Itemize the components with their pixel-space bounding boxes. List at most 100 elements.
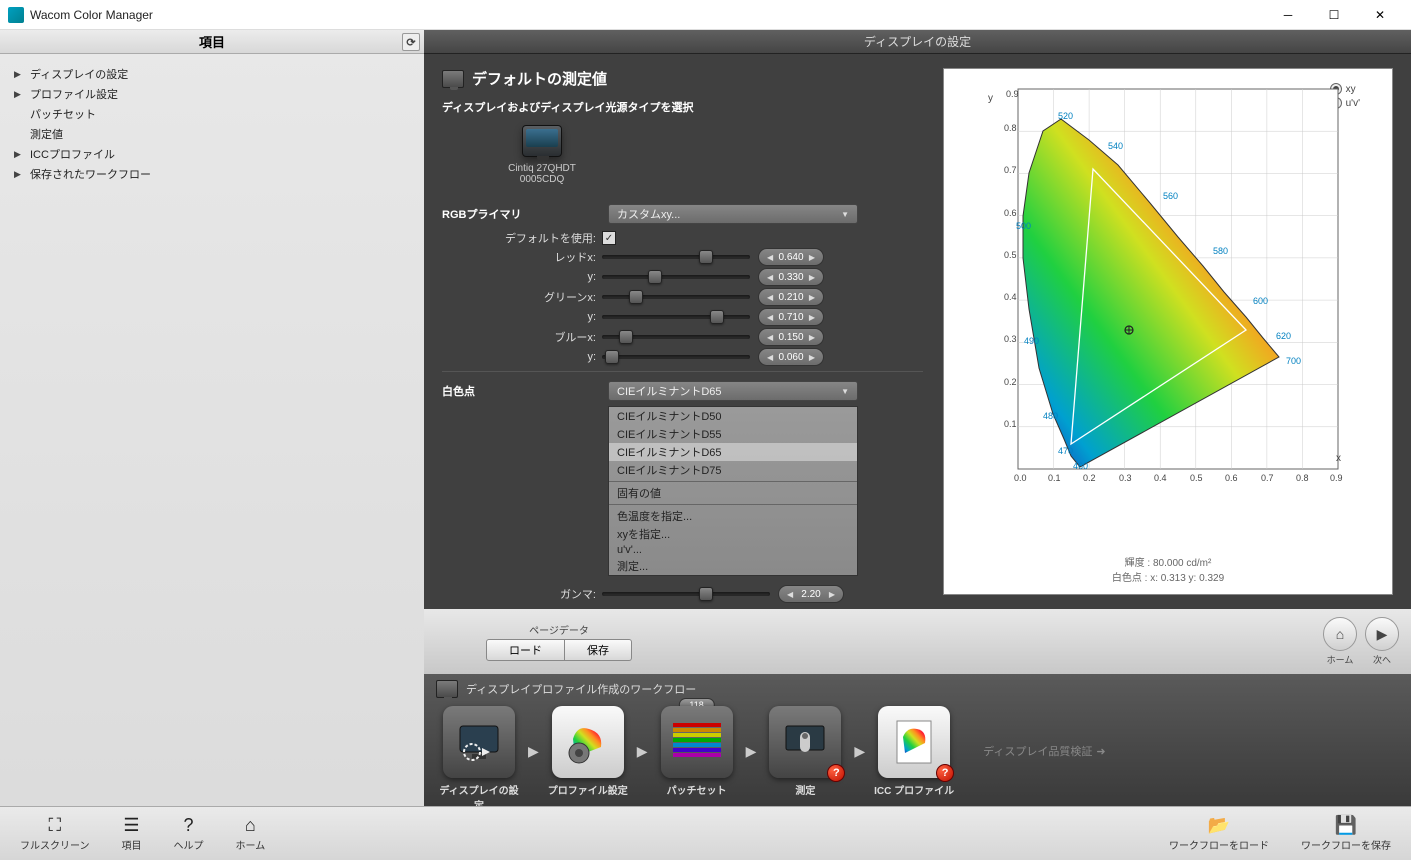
svg-text:0.4: 0.4 bbox=[1004, 292, 1017, 302]
load-workflow-button[interactable]: 📂ワークフローをロード bbox=[1169, 815, 1269, 852]
tree-item-profile[interactable]: ▶プロファイル設定 bbox=[14, 84, 410, 104]
warn-icon: ? bbox=[827, 764, 845, 782]
device-icon bbox=[522, 125, 562, 157]
wf-step-profile[interactable]: プロファイル設定 bbox=[545, 706, 631, 796]
svg-text:0.7: 0.7 bbox=[1004, 165, 1017, 175]
svg-text:0.2: 0.2 bbox=[1004, 377, 1017, 387]
svg-text:520: 520 bbox=[1058, 111, 1073, 121]
svg-text:0.9: 0.9 bbox=[1006, 89, 1019, 99]
green-x-slider[interactable] bbox=[602, 295, 750, 299]
gamut-chart: 520540560580600620700 500490480470460 0.… bbox=[954, 79, 1382, 548]
quality-check-link[interactable]: ディスプレイ品質検証➜ bbox=[983, 743, 1105, 759]
panel-title: デフォルトの測定値 bbox=[442, 68, 923, 89]
tree-item-display[interactable]: ▶ディスプレイの設定 bbox=[14, 64, 410, 84]
chart-whitepoint: 白色点 : x: 0.313 y: 0.329 bbox=[954, 569, 1382, 584]
svg-text:0.3: 0.3 bbox=[1119, 473, 1132, 483]
device-serial: 0005CDQ bbox=[520, 174, 564, 185]
minimize-button[interactable]: ─ bbox=[1265, 0, 1311, 30]
svg-text:0.8: 0.8 bbox=[1004, 123, 1017, 133]
svg-text:470: 470 bbox=[1058, 446, 1073, 456]
svg-text:0.1: 0.1 bbox=[1048, 473, 1061, 483]
svg-text:460: 460 bbox=[1073, 461, 1088, 471]
blue-x-slider[interactable] bbox=[602, 335, 750, 339]
gamut-chart-panel: xy u'v' 520540560580600620700 5004904804… bbox=[943, 68, 1393, 595]
red-x-stepper[interactable]: ◀0.640▶ bbox=[758, 248, 824, 266]
wp-option-d55[interactable]: CIEイルミナントD55 bbox=[609, 425, 857, 443]
svg-text:0.5: 0.5 bbox=[1190, 473, 1203, 483]
device-name: Cintiq 27QHDT bbox=[508, 163, 576, 174]
warn-icon: ? bbox=[936, 764, 954, 782]
red-y-stepper[interactable]: ◀0.330▶ bbox=[758, 268, 824, 286]
chevron-right-icon: ▶ bbox=[746, 743, 757, 760]
wp-option-d65[interactable]: CIEイルミナントD65 bbox=[609, 443, 857, 461]
svg-text:490: 490 bbox=[1024, 336, 1039, 346]
svg-text:700: 700 bbox=[1286, 356, 1301, 366]
svg-text:480: 480 bbox=[1043, 411, 1058, 421]
green-y-stepper[interactable]: ◀0.710▶ bbox=[758, 308, 824, 326]
white-point-dropdown[interactable]: CIEイルミナントD65 bbox=[608, 381, 858, 401]
green-x-stepper[interactable]: ◀0.210▶ bbox=[758, 288, 824, 306]
content-pane: ディスプレイの設定 デフォルトの測定値 ディスプレイおよびディスプレイ光源タイプ… bbox=[424, 30, 1411, 806]
blue-y-stepper[interactable]: ◀0.060▶ bbox=[758, 348, 824, 366]
workflow-bar: ディスプレイプロファイル作成のワークフロー ディスプレイの設定 ▶ プロファイル… bbox=[424, 674, 1411, 806]
chevron-right-icon: ▶ bbox=[854, 743, 865, 760]
help-button[interactable]: ?ヘルプ bbox=[174, 815, 204, 852]
rgb-primary-dropdown[interactable]: カスタムxy... bbox=[608, 204, 858, 224]
items-button[interactable]: ☰項目 bbox=[122, 815, 142, 852]
svg-text:620: 620 bbox=[1276, 331, 1291, 341]
wf-step-measure[interactable]: ? 測定 bbox=[762, 706, 848, 796]
folder-open-icon: 📂 bbox=[1208, 815, 1230, 836]
load-button[interactable]: ロード bbox=[486, 639, 565, 661]
red-x-slider[interactable] bbox=[602, 255, 750, 259]
save-workflow-button[interactable]: 💾ワークフローを保存 bbox=[1301, 815, 1391, 852]
home-icon: ⌂ bbox=[245, 815, 256, 836]
tree: ▶ディスプレイの設定 ▶プロファイル設定 ▶パッチセット ▶測定値 ▶ICCプロ… bbox=[0, 54, 424, 194]
tree-item-icc[interactable]: ▶ICCプロファイル bbox=[14, 144, 410, 164]
monitor-icon bbox=[436, 680, 458, 698]
use-default-checkbox[interactable]: ✓ bbox=[602, 231, 616, 245]
refresh-icon[interactable]: ⟳ bbox=[402, 33, 420, 51]
wp-option-measure[interactable]: 測定... bbox=[609, 557, 857, 575]
tree-item-patchset[interactable]: ▶パッチセット bbox=[14, 104, 410, 124]
svg-text:540: 540 bbox=[1108, 141, 1123, 151]
next-round-button[interactable]: ▶ bbox=[1365, 617, 1399, 651]
wp-option-colortemp[interactable]: 色温度を指定... bbox=[609, 507, 857, 525]
sidebar: 項目 ⟳ ▶ディスプレイの設定 ▶プロファイル設定 ▶パッチセット ▶測定値 ▶… bbox=[0, 30, 424, 806]
workflow-title: ディスプレイプロファイル作成のワークフロー bbox=[466, 681, 696, 697]
device-tile[interactable]: Cintiq 27QHDT 0005CDQ bbox=[492, 125, 592, 185]
home-button[interactable]: ⌂ホーム bbox=[236, 815, 266, 852]
list-icon: ☰ bbox=[123, 815, 139, 836]
home-round-button[interactable]: ⌂ bbox=[1323, 617, 1357, 651]
svg-text:580: 580 bbox=[1213, 246, 1228, 256]
save-button[interactable]: 保存 bbox=[565, 639, 632, 661]
tree-item-measure[interactable]: ▶測定値 bbox=[14, 124, 410, 144]
red-y-slider[interactable] bbox=[602, 275, 750, 279]
svg-text:0.6: 0.6 bbox=[1004, 208, 1017, 218]
content-header: ディスプレイの設定 bbox=[424, 30, 1411, 54]
wf-step-display[interactable]: ディスプレイの設定 bbox=[436, 706, 522, 796]
wf-step-patchset[interactable]: 118 パッチセット bbox=[654, 706, 740, 796]
chevron-right-icon: ▶ bbox=[637, 743, 648, 760]
app-title: Wacom Color Manager bbox=[30, 8, 153, 22]
maximize-button[interactable]: ☐ bbox=[1311, 0, 1357, 30]
blue-y-slider[interactable] bbox=[602, 355, 750, 359]
gamma-slider[interactable] bbox=[602, 592, 770, 596]
wp-option-xy[interactable]: xyを指定... bbox=[609, 525, 857, 543]
app-icon bbox=[8, 7, 24, 23]
svg-text:x: x bbox=[1336, 453, 1341, 464]
blue-x-stepper[interactable]: ◀0.150▶ bbox=[758, 328, 824, 346]
save-icon: 💾 bbox=[1335, 815, 1357, 836]
fullscreen-button[interactable]: ⛶フルスクリーン bbox=[20, 815, 90, 852]
wf-step-icc[interactable]: ? ICC プロファイル bbox=[871, 706, 957, 796]
green-y-slider[interactable] bbox=[602, 315, 750, 319]
tree-item-saved-wf[interactable]: ▶保存されたワークフロー bbox=[14, 164, 410, 184]
white-point-label: 白色点 bbox=[442, 377, 608, 405]
gamma-stepper[interactable]: ◀2.20▶ bbox=[778, 585, 844, 603]
close-button[interactable]: ✕ bbox=[1357, 0, 1403, 30]
wp-option-d75[interactable]: CIEイルミナントD75 bbox=[609, 461, 857, 479]
wp-option-d50[interactable]: CIEイルミナントD50 bbox=[609, 407, 857, 425]
svg-text:0.4: 0.4 bbox=[1154, 473, 1167, 483]
wp-option-uv[interactable]: u'v'... bbox=[609, 543, 857, 557]
svg-text:0.2: 0.2 bbox=[1083, 473, 1096, 483]
wp-option-native[interactable]: 固有の値 bbox=[609, 484, 857, 502]
